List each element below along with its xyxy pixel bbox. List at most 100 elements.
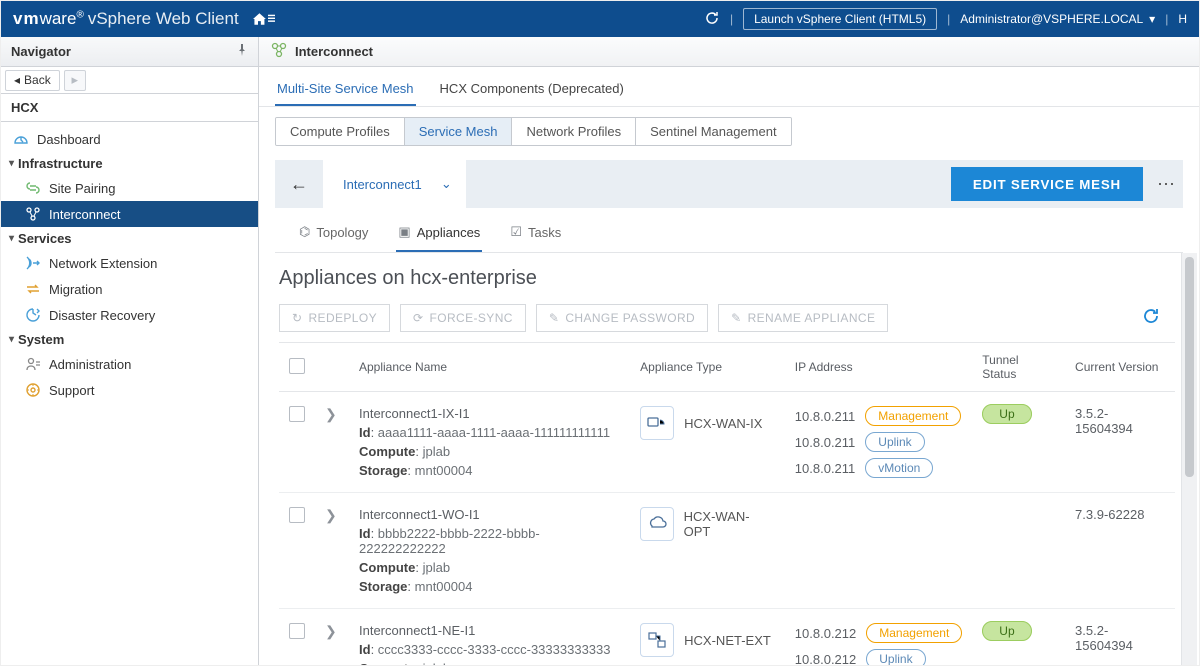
nav-item-interconnect[interactable]: Interconnect bbox=[1, 201, 258, 227]
tunnel-cell bbox=[972, 493, 1065, 609]
action-icon: ⟳ bbox=[413, 311, 423, 325]
nav-item-icon bbox=[25, 307, 41, 323]
top-tab-multi-site-service-mesh[interactable]: Multi-Site Service Mesh bbox=[275, 73, 416, 106]
tunnel-cell: Up bbox=[972, 609, 1065, 666]
nav-item-icon bbox=[25, 180, 41, 196]
mesh-tab-appliances[interactable]: ▣Appliances bbox=[396, 218, 482, 252]
version-cell: 3.5.2-15604394 bbox=[1065, 609, 1175, 666]
select-all-checkbox[interactable] bbox=[289, 358, 305, 374]
nav-item-label: Network Extension bbox=[49, 256, 157, 271]
nav-item-disaster-recovery[interactable]: Disaster Recovery bbox=[1, 302, 258, 328]
table-row: ❯Interconnect1-NE-I1Id: cccc3333-cccc-33… bbox=[279, 609, 1175, 666]
action-icon: ↻ bbox=[292, 311, 302, 325]
nav-group-infrastructure[interactable]: ▾Infrastructure bbox=[1, 152, 258, 175]
interconnect-icon bbox=[271, 42, 287, 61]
action-redeploy[interactable]: ↻REDEPLOY bbox=[279, 304, 390, 332]
col-appliance-type: Appliance Type bbox=[630, 343, 785, 392]
nav-item-migration[interactable]: Migration bbox=[1, 276, 258, 302]
nav-item-support[interactable]: Support bbox=[1, 377, 258, 403]
nav-item-label: Support bbox=[49, 383, 95, 398]
scrollbar[interactable] bbox=[1181, 253, 1197, 665]
appliance-type-cell: HCX-WAN-IX bbox=[630, 392, 785, 493]
nav-group-services[interactable]: ▾Services bbox=[1, 227, 258, 250]
ip-row: 10.8.0.211Uplink bbox=[795, 432, 963, 452]
appliance-name-cell: Interconnect1-IX-I1Id: aaaa1111-aaaa-111… bbox=[349, 392, 630, 493]
sub-tab-sentinel-management[interactable]: Sentinel Management bbox=[636, 118, 790, 145]
breadcrumb: Interconnect bbox=[259, 37, 1199, 67]
nav-item-icon bbox=[25, 255, 41, 271]
appliance-type-icon bbox=[640, 623, 674, 657]
topbar: vmware® vSphere Web Client | Launch vSph… bbox=[1, 1, 1199, 37]
caret-down-icon: ▾ bbox=[9, 233, 14, 244]
more-actions-button[interactable]: ⋯ bbox=[1149, 174, 1183, 195]
ip-tag: vMotion bbox=[865, 458, 933, 478]
mesh-tabs: ⌬Topology ▣Appliances ☑Tasks bbox=[275, 208, 1183, 253]
action-icon: ✎ bbox=[731, 311, 741, 325]
row-checkbox[interactable] bbox=[289, 406, 305, 422]
mesh-toolbar: ← Interconnect1 ⌄ EDIT SERVICE MESH ⋯ bbox=[275, 160, 1183, 208]
appliances-table: Appliance NameAppliance TypeIP AddressTu… bbox=[279, 342, 1175, 665]
nav-forward-button[interactable]: ▸ bbox=[64, 70, 86, 91]
nav-dashboard[interactable]: Dashboard bbox=[1, 126, 258, 152]
ip-row: 10.8.0.211vMotion bbox=[795, 458, 963, 478]
tunnel-status-badge: Up bbox=[982, 621, 1031, 641]
nav-item-network-extension[interactable]: Network Extension bbox=[1, 250, 258, 276]
appliance-type-icon bbox=[640, 406, 674, 440]
main-content: Interconnect Multi-Site Service Mesh HCX … bbox=[259, 37, 1199, 665]
chevron-right-icon: ▸ bbox=[71, 72, 78, 88]
row-checkbox[interactable] bbox=[289, 507, 305, 523]
expand-row[interactable]: ❯ bbox=[325, 406, 337, 422]
mesh-back-button[interactable]: ← bbox=[275, 174, 323, 195]
ip-cell: 10.8.0.212Management10.8.0.212Uplink bbox=[785, 609, 973, 666]
appliance-type-icon bbox=[640, 507, 673, 541]
caret-down-icon: ▾ bbox=[9, 334, 14, 345]
dashboard-icon bbox=[13, 131, 29, 147]
launch-html5-button[interactable]: Launch vSphere Client (HTML5) bbox=[743, 8, 937, 30]
tasks-icon: ☑ bbox=[510, 224, 522, 240]
mesh-tab-tasks[interactable]: ☑Tasks bbox=[508, 218, 563, 252]
chevron-down-icon: ⌄ bbox=[441, 176, 452, 192]
sub-tab-compute-profiles[interactable]: Compute Profiles bbox=[276, 118, 405, 145]
pin-icon[interactable] bbox=[236, 44, 248, 59]
expand-row[interactable]: ❯ bbox=[325, 623, 337, 639]
nav-item-label: Administration bbox=[49, 357, 131, 372]
appliance-name-cell: Interconnect1-WO-I1Id: bbbb2222-bbbb-222… bbox=[349, 493, 630, 609]
action-rename-appliance[interactable]: ✎RENAME APPLIANCE bbox=[718, 304, 888, 332]
sub-tab-network-profiles[interactable]: Network Profiles bbox=[512, 118, 636, 145]
home-icon[interactable] bbox=[253, 10, 275, 28]
nav-item-administration[interactable]: Administration bbox=[1, 351, 258, 377]
col-appliance-name: Appliance Name bbox=[349, 343, 630, 392]
expand-row[interactable]: ❯ bbox=[325, 507, 337, 523]
navigator-title: Navigator bbox=[1, 37, 258, 67]
action-force-sync[interactable]: ⟳FORCE-SYNC bbox=[400, 304, 526, 332]
ip-tag: Management bbox=[865, 406, 961, 426]
nav-item-icon bbox=[25, 206, 41, 222]
action-change-password[interactable]: ✎CHANGE PASSWORD bbox=[536, 304, 708, 332]
user-menu[interactable]: Administrator@VSPHERE.LOCAL ▾ bbox=[960, 12, 1155, 26]
appliance-type-cell: HCX-NET-EXT bbox=[630, 609, 785, 666]
version-cell: 3.5.2-15604394 bbox=[1065, 392, 1175, 493]
edit-service-mesh-button[interactable]: EDIT SERVICE MESH bbox=[951, 167, 1143, 201]
nav-group-system[interactable]: ▾System bbox=[1, 328, 258, 351]
refresh-button[interactable] bbox=[1141, 306, 1161, 331]
help-link[interactable]: H bbox=[1178, 12, 1187, 26]
top-tabs: Multi-Site Service Mesh HCX Components (D… bbox=[259, 67, 1199, 107]
nav-back-button[interactable]: ◂ Back bbox=[5, 70, 60, 91]
appliance-actions: ↻REDEPLOY ⟳FORCE-SYNC ✎CHANGE PASSWORD ✎REN… bbox=[279, 304, 1181, 332]
appliance-type-cell: HCX-WAN-OPT bbox=[630, 493, 785, 609]
mesh-selector[interactable]: Interconnect1 ⌄ bbox=[323, 160, 466, 208]
scroll-thumb[interactable] bbox=[1185, 257, 1194, 477]
nav-section-hcx: HCX bbox=[1, 94, 258, 122]
top-tab-hcx-components-deprecated-[interactable]: HCX Components (Deprecated) bbox=[438, 73, 626, 106]
col-current-version: Current Version bbox=[1065, 343, 1175, 392]
refresh-icon bbox=[1141, 306, 1161, 326]
col-tunnel-status: Tunnel Status bbox=[972, 343, 1065, 392]
refresh-icon[interactable] bbox=[704, 10, 720, 29]
mesh-tab-topology[interactable]: ⌬Topology bbox=[297, 218, 370, 252]
row-checkbox[interactable] bbox=[289, 623, 305, 639]
ip-tag: Management bbox=[866, 623, 962, 643]
content-scroll-area: Appliances on hcx-enterprise ↻REDEPLOY⟳F… bbox=[275, 253, 1197, 665]
action-icon: ✎ bbox=[549, 311, 559, 325]
sub-tab-service-mesh[interactable]: Service Mesh bbox=[405, 118, 513, 145]
nav-item-site-pairing[interactable]: Site Pairing bbox=[1, 175, 258, 201]
